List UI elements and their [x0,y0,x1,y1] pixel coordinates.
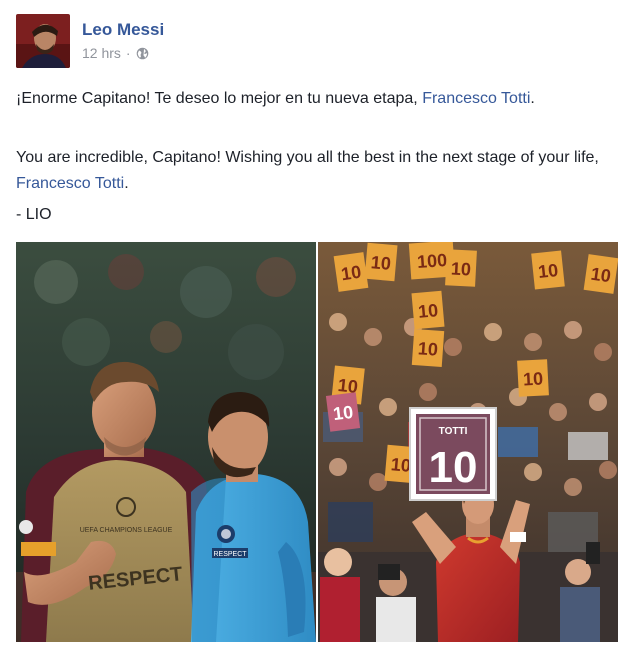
fan-sign: 10 [517,359,549,397]
fan-sign-text: 10 [523,368,544,389]
post-paragraph-spanish: ¡Enorme Capitano! Te deseo lo mejor en t… [16,86,616,112]
fan-sign: 10 [411,290,445,330]
fan-sign: 10 [325,392,361,432]
fan-sign-text: 10 [590,264,613,287]
fan-sign-text: 10 [332,402,354,424]
fan-sign-text: 10 [417,300,439,322]
facebook-post: Leo Messi 12 hrs · ¡Enorme Capitano! Te … [0,0,634,650]
sleeve-patch-text: RESPECT [213,551,247,558]
totti-10-board: TOTTI 10 [409,407,497,501]
fan-sign-text: 10 [417,338,438,359]
fan-sign: 10 [333,252,369,292]
post-paragraph-english: You are incredible, Capitano! Wishing yo… [16,145,616,197]
author-name[interactable]: Leo Messi [82,20,164,40]
fan-sign: 10 [583,254,618,294]
bib-sub-text: UEFA CHAMPIONS LEAGUE [80,527,173,534]
post-signature: - LIO [16,206,52,223]
photo-totti-farewell[interactable]: 10 10 100 10 10 10 10 10 10 10 10 10 TOTTI [318,242,618,642]
fan-sign: 10 [531,250,565,290]
fan-sign: 10 [364,242,398,282]
fan-sign-text: 10 [370,252,392,274]
globe-icon[interactable] [136,47,149,60]
mention-link[interactable]: Francesco Totti [422,90,530,107]
post-header: Leo Messi 12 hrs · [16,14,164,74]
paragraph-text: You are incredible, Capitano! Wishing yo… [16,149,599,166]
fan-sign-text: 100 [416,250,447,272]
board-title: TOTTI [439,426,468,437]
meta-separator: · [125,45,131,61]
mention-link[interactable]: Francesco Totti [16,175,124,192]
paragraph-text: ¡Enorme Capitano! Te deseo lo mejor en t… [16,90,423,107]
post-timestamp[interactable]: 12 hrs [82,45,121,61]
paragraph-end: . [530,90,535,107]
fan-sign-text: 10 [537,260,559,282]
fan-sign-text: 10 [390,454,412,476]
board-number: 10 [429,443,478,492]
post-meta: 12 hrs · [82,45,164,61]
photo-totti-messi[interactable]: UEFA CHAMPIONS LEAGUE RESPECT RESPECT [16,242,316,642]
fan-sign: 10 [445,249,477,287]
fan-sign: 10 [411,328,445,368]
avatar[interactable] [16,14,70,68]
paragraph-end: . [124,175,129,192]
fan-sign-text: 10 [340,262,363,285]
fan-sign-text: 10 [450,258,471,279]
